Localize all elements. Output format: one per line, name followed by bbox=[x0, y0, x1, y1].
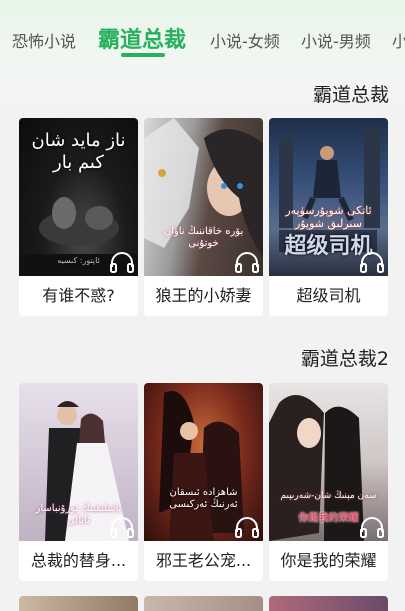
headphones-icon bbox=[360, 252, 384, 273]
tab-novel-female[interactable]: 小说-女频 bbox=[210, 28, 280, 52]
tab-novel-male[interactable]: 小说-男频 bbox=[301, 28, 371, 52]
book-cover: باشلىقنىڭ ئورۇنباسار ئايالى bbox=[19, 383, 138, 541]
section-title: 霸道总裁2 bbox=[300, 348, 389, 370]
book-title: 邪王老公宠... bbox=[155, 551, 252, 570]
book-cover-partial[interactable] bbox=[269, 596, 388, 611]
headphones-icon bbox=[235, 517, 259, 538]
cover-title-text: ناز مايد شان كىم بار bbox=[31, 130, 126, 173]
book-title: 有谁不惑? bbox=[42, 286, 115, 305]
book-cover: شاھزادە ئىسقان ئەرنىڭ ئەركىسى bbox=[144, 383, 263, 541]
cover-title-text: شاھزادە ئىسقان ئەرنىڭ ئەركىسى bbox=[169, 487, 238, 510]
book-card[interactable]: شاھزادە ئىسقان ئەرنىڭ ئەركىسى 邪王老公宠... bbox=[144, 383, 263, 581]
book-cover: ناز مايد شان كىم بار ئاپتور: كىسيە bbox=[19, 118, 138, 276]
headphones-icon bbox=[110, 252, 134, 273]
active-tab-indicator bbox=[121, 53, 165, 57]
book-cover-partial[interactable] bbox=[19, 596, 138, 611]
book-list-screen: 恐怖小说 霸道总裁 小说-女频 小说-男频 小 霸道总裁 ناز مايد شا… bbox=[0, 0, 405, 611]
category-tab-bar: 恐怖小说 霸道总裁 小说-女频 小说-男频 小 bbox=[0, 0, 405, 64]
headphones-icon bbox=[360, 517, 384, 538]
cover-title-text: سەن مېنىڭ شان-شەرىپىم bbox=[280, 491, 377, 501]
tab-overflow-partial[interactable]: 小 bbox=[392, 28, 405, 52]
book-cover-partial[interactable] bbox=[144, 596, 263, 611]
tab-horror-novel[interactable]: 恐怖小说 bbox=[12, 28, 76, 52]
book-cover: سەن مېنىڭ شان-شەرىپىم 你是我的荣耀 bbox=[269, 383, 388, 541]
book-cover: بۆرە خاقاننىڭ ناۋان خوتۇنى bbox=[144, 118, 263, 276]
book-card[interactable]: ناز مايد شان كىم بار ئاپتور: كىسيە 有谁不惑? bbox=[19, 118, 138, 316]
book-card[interactable]: سەن مېنىڭ شان-شەرىپىم 你是我的荣耀 你是我的荣耀 bbox=[269, 383, 388, 581]
tab-domineering-ceo[interactable]: 霸道总裁 bbox=[98, 22, 186, 54]
section-title: 霸道总裁 bbox=[312, 84, 389, 106]
book-card[interactable]: باشلىقنىڭ ئورۇنباسار ئايالى 总裁的替身... bbox=[19, 383, 138, 581]
cover-title-text: ئاتكى شوپۇرسۈپەر سىرلىق شوپۇر bbox=[285, 204, 372, 231]
headphones-icon bbox=[235, 252, 259, 273]
book-title: 你是我的荣耀 bbox=[280, 551, 377, 570]
book-card[interactable]: بۆرە خاقاننىڭ ناۋان خوتۇنى 狼王的小娇妻 bbox=[144, 118, 263, 316]
book-cover: ئاتكى شوپۇرسۈپەر سىرلىق شوپۇر 超级司机 bbox=[269, 118, 388, 276]
headphones-icon bbox=[110, 517, 134, 538]
book-card[interactable]: ئاتكى شوپۇرسۈپەر سىرلىق شوپۇر 超级司机 超级司机 bbox=[269, 118, 388, 316]
cover-title-text: بۆرە خاقاننىڭ ناۋان خوتۇنى bbox=[163, 226, 244, 249]
book-title: 超级司机 bbox=[296, 286, 361, 305]
book-title: 狼王的小娇妻 bbox=[155, 286, 252, 305]
book-title: 总裁的替身... bbox=[30, 551, 127, 570]
